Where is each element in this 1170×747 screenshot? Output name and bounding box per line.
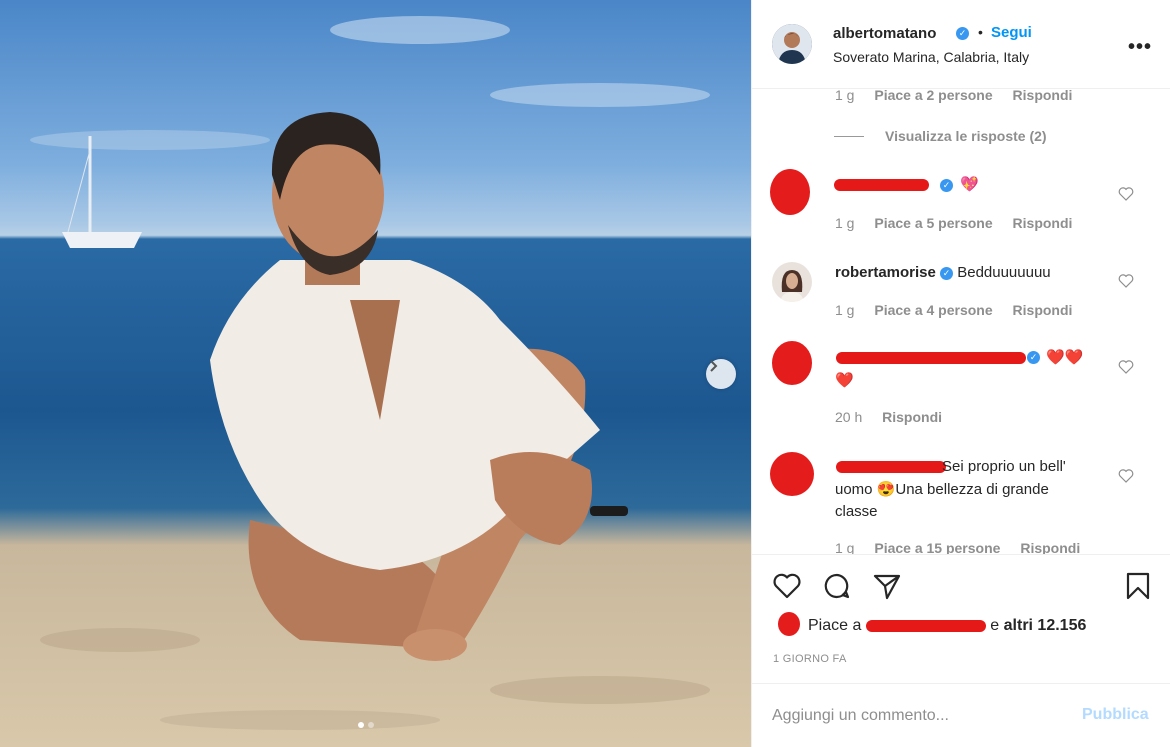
comment-text-continued: ❤️ [835, 372, 854, 389]
photo-illustration [30, 16, 710, 730]
verified-badge-icon: ✓ [940, 266, 954, 280]
comment-meta: 1 g Piace a 5 persone Rispondi [835, 215, 1088, 231]
carousel-dots [358, 722, 374, 728]
chevron-right-icon [710, 360, 718, 372]
avatar-image [772, 24, 812, 64]
verified-badge-icon: ✓ [956, 27, 969, 40]
carousel-next-button[interactable] [706, 359, 736, 389]
post-photo[interactable] [0, 0, 751, 747]
avatar[interactable] [772, 262, 812, 302]
comment-icon[interactable] [822, 571, 852, 601]
redacted-avatar [778, 612, 800, 636]
comment-likes[interactable]: Piace a 4 persone [874, 302, 992, 318]
carousel-dot [358, 722, 364, 728]
comment-likes[interactable]: Piace a 15 persone [874, 540, 1000, 554]
reply-button[interactable]: Rispondi [1013, 215, 1073, 231]
likes-summary[interactable]: Piace a e altri 12.156 [808, 617, 1086, 635]
comment-input[interactable] [772, 704, 1062, 728]
comment-meta: 1 g Piace a 15 persone Rispondi [835, 540, 1096, 554]
separator-dot: • [978, 24, 983, 40]
comment-time: 20 h [835, 409, 863, 425]
likes-suffix: e [990, 617, 1000, 634]
comment-text-line2: uomo 😍Una bellezza di grande [835, 481, 1049, 498]
comment-text: ❤️❤️ [1046, 349, 1084, 366]
likes-prefix: Piace a [808, 617, 862, 634]
sailboat [62, 136, 142, 248]
share-icon[interactable] [872, 571, 902, 601]
replies-divider [834, 136, 864, 137]
comment-text: Sei proprio un bell' [942, 458, 1066, 475]
post-date: 1 GIORNO FA [773, 653, 847, 665]
redacted-avatar [772, 341, 812, 385]
bookmark-icon[interactable] [1123, 571, 1153, 601]
redacted-username [836, 352, 1026, 364]
add-comment-bar: Pubblica [752, 683, 1170, 747]
comment-time: 1 g [835, 540, 855, 554]
like-comment-icon[interactable] [1118, 468, 1134, 484]
comment-meta: 20 h Rispondi [835, 409, 958, 425]
like-comment-icon[interactable] [1118, 359, 1134, 375]
heart-icon[interactable] [772, 571, 802, 601]
comment-text: 💖 [960, 176, 979, 193]
comment-meta: 1 g Piace a 2 persone Rispondi [835, 89, 1088, 103]
comment-time: 1 g [835, 302, 855, 318]
comment-likes[interactable]: Piace a 2 persone [874, 89, 992, 103]
reply-button[interactable]: Rispondi [882, 409, 942, 425]
likes-others[interactable]: altri 12.156 [1004, 617, 1087, 634]
post-username[interactable]: albertomatano [833, 25, 936, 42]
reply-button[interactable]: Rispondi [1013, 89, 1073, 103]
post-location[interactable]: Soverato Marina, Calabria, Italy [833, 49, 1029, 65]
like-comment-icon[interactable] [1118, 186, 1134, 202]
more-options-icon[interactable]: ••• [1128, 36, 1152, 59]
post-header: albertomatano ✓ • Segui Soverato Marina,… [752, 0, 1170, 89]
comment-likes[interactable]: Piace a 5 persone [874, 215, 992, 231]
comment-time: 1 g [835, 89, 855, 103]
avatar[interactable] [772, 24, 812, 64]
redacted-username [834, 179, 929, 191]
comment-text-line3: classe [835, 503, 878, 520]
view-replies-button[interactable]: Visualizza le risposte (2) [885, 128, 1047, 144]
post-sidebar: albertomatano ✓ • Segui Soverato Marina,… [751, 0, 1170, 747]
comment-body: robertamorise ✓ Bedduuuuuuu [835, 262, 1051, 284]
man-figure [210, 112, 628, 661]
redacted-avatar [770, 169, 810, 215]
redacted-username [836, 461, 946, 473]
like-comment-icon[interactable] [1118, 273, 1134, 289]
verified-badge-icon: ✓ [940, 179, 953, 192]
avatar-image [772, 262, 812, 302]
carousel-dot [368, 722, 374, 728]
comment-username[interactable]: robertamorise [835, 264, 936, 281]
verified-badge-icon: ✓ [1027, 351, 1040, 364]
reply-button[interactable]: Rispondi [1020, 540, 1080, 554]
publish-button[interactable]: Pubblica [1082, 706, 1149, 724]
comment-meta: 1 g Piace a 4 persone Rispondi [835, 302, 1088, 318]
redacted-liker [865, 619, 986, 632]
comments-list[interactable]: 1 g Piace a 2 persone Rispondi Visualizz… [752, 89, 1170, 554]
reply-button[interactable]: Rispondi [1013, 302, 1073, 318]
comment-time: 1 g [835, 215, 855, 231]
follow-button[interactable]: Segui [991, 24, 1032, 41]
redacted-avatar [770, 452, 814, 496]
comment-text: Bedduuuuuuu [957, 264, 1051, 281]
